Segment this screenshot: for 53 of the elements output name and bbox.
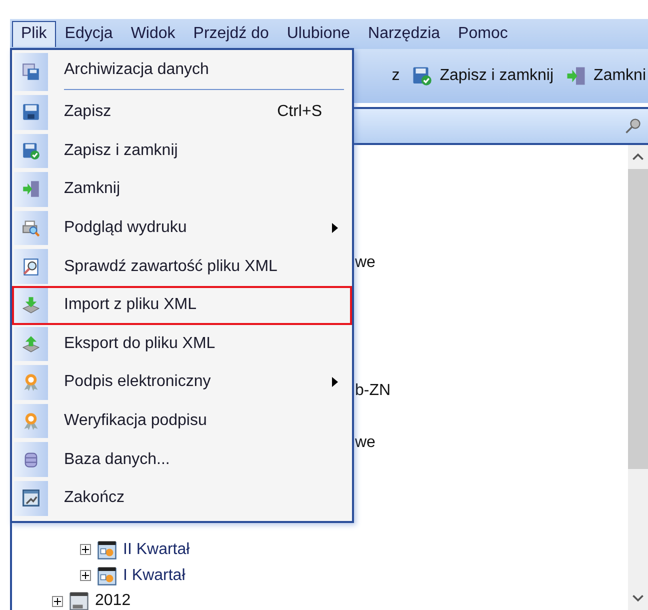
document-magnifier-icon [22, 258, 40, 276]
database-icon [22, 450, 40, 469]
tree-item-label: we [355, 253, 376, 273]
scroll-thumb[interactable] [628, 169, 648, 469]
menu-item[interactable]: Edycja [56, 20, 122, 48]
menu-item[interactable]: Zakończ [12, 478, 352, 518]
tree-item-label[interactable]: 2012 [95, 592, 131, 610]
tray-down-arrow-icon [22, 296, 40, 314]
window-exit-icon [22, 489, 40, 508]
expand-icon[interactable] [80, 570, 91, 582]
scrollbar[interactable] [628, 145, 648, 610]
menu-item[interactable]: Podgląd wydruku [12, 208, 352, 248]
menu-item[interactable]: Zapisz i zamknij [12, 132, 352, 170]
rosette-icon [22, 373, 40, 392]
menu-item[interactable]: Przejdź do [184, 20, 278, 48]
door-arrow-icon [22, 180, 40, 198]
printer-magnifier-icon [22, 219, 40, 238]
tree-item-label: b-ZN [355, 381, 391, 401]
rosette-icon [22, 412, 40, 430]
menu-item[interactable]: Eksport do pliku XML [12, 324, 352, 364]
calendar-chart-icon [97, 540, 117, 560]
toolbar-button[interactable]: Zamkni [566, 66, 646, 86]
shortcut-text: Ctrl+S [277, 103, 322, 122]
scroll-down-icon[interactable] [632, 594, 644, 602]
tree-item-label: we [355, 433, 376, 453]
door-arrow-icon [566, 66, 586, 86]
tree-item-label[interactable]: II Kwartał [123, 540, 190, 559]
menu-item[interactable]: Ulubione [278, 20, 360, 48]
menu-item[interactable]: Zamknij [12, 170, 352, 209]
menu-item[interactable]: Weryfikacja podpisu [12, 402, 352, 440]
save-check-icon [22, 142, 40, 160]
menu-item[interactable]: Zapisz Ctrl+S [12, 93, 352, 132]
scroll-up-icon[interactable] [632, 153, 644, 161]
menu-item[interactable]: Podpis elektroniczny [12, 363, 352, 402]
menu-item[interactable]: Sprawdź zawartość pliku XML [12, 247, 352, 286]
submenu-arrow-icon [332, 223, 338, 234]
menu-item[interactable]: Plik [12, 21, 56, 47]
menu-item[interactable]: Narzędzia [359, 20, 450, 48]
menu-item[interactable]: Pomoc [449, 20, 517, 48]
calendar-chart-icon [97, 566, 117, 586]
stacked-floppy-icon [22, 63, 40, 81]
menu-item[interactable]: Widok [122, 20, 184, 48]
save-check-icon [412, 66, 432, 86]
calendar-icon [69, 591, 89, 610]
expand-icon[interactable] [52, 596, 63, 607]
tree-item-label[interactable]: I Kwartał [123, 566, 186, 585]
expand-icon[interactable] [80, 544, 91, 556]
toolbar-button[interactable]: Zapisz i zamknij [412, 66, 554, 86]
toolbar-button[interactable]: z [392, 67, 400, 85]
menu-item[interactable]: Import z pliku XML [12, 286, 352, 325]
submenu-arrow-icon [332, 377, 338, 388]
menu-item[interactable]: Baza danych... [12, 440, 352, 479]
tray-up-arrow-icon [22, 334, 40, 353]
